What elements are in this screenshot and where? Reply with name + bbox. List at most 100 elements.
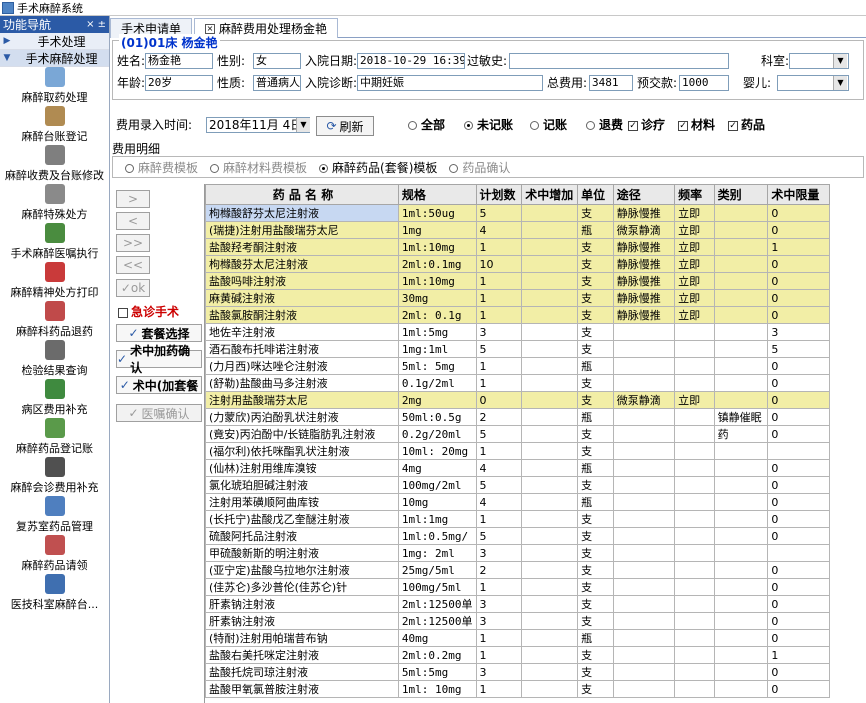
cell-plan[interactable]: 2 bbox=[475, 561, 523, 579]
cell-name[interactable]: (瑞捷)注射用盐酸瑞芬太尼 bbox=[205, 221, 399, 239]
cell-limit[interactable]: 0 bbox=[767, 612, 830, 630]
cell-plan[interactable]: 5 bbox=[475, 425, 523, 443]
cell-name[interactable]: 盐酸托烷司琼注射液 bbox=[205, 663, 399, 681]
cell-cat[interactable] bbox=[713, 646, 769, 664]
cell-cat[interactable] bbox=[713, 442, 769, 460]
cell-limit[interactable]: 0 bbox=[767, 595, 830, 613]
cell-name[interactable]: 盐酸氯胺酮注射液 bbox=[205, 306, 399, 324]
cell-limit[interactable]: 0 bbox=[767, 204, 830, 222]
cell-route[interactable]: 微泵静滴 bbox=[612, 391, 676, 409]
cell-spec[interactable]: 1mg:1ml bbox=[397, 340, 477, 358]
cell-limit[interactable]: 0 bbox=[767, 357, 830, 375]
cell-route[interactable] bbox=[612, 578, 676, 596]
column-header[interactable]: 术中增加 bbox=[521, 184, 579, 205]
cell-cat[interactable] bbox=[713, 680, 769, 698]
cell-limit[interactable]: 1 bbox=[767, 238, 830, 256]
cell-route[interactable] bbox=[612, 544, 676, 562]
table-row[interactable]: 枸橼酸舒芬太尼注射液 1ml:50ug 5 支静脉慢推 立即 0 bbox=[205, 204, 830, 222]
cell-spec[interactable]: 10ml: 20mg bbox=[397, 442, 477, 460]
cell-name[interactable]: 盐酸右美托咪定注射液 bbox=[205, 646, 399, 664]
cell-route[interactable]: 静脉慢推 bbox=[612, 306, 676, 324]
cell-limit[interactable]: 3 bbox=[767, 323, 830, 341]
cell-unit[interactable]: 瓶 bbox=[577, 629, 614, 647]
cell-spec[interactable]: 1ml:5mg bbox=[397, 323, 477, 341]
cell-route[interactable]: 静脉慢推 bbox=[612, 238, 676, 256]
cell-freq[interactable] bbox=[674, 408, 715, 426]
cell-spec[interactable]: 2mg bbox=[397, 391, 477, 409]
cell-unit[interactable]: 支 bbox=[577, 544, 614, 562]
table-row[interactable]: (亚宁定)盐酸乌拉地尔注射液 25mg/5ml 2 支 0 bbox=[205, 561, 830, 579]
cell-add[interactable] bbox=[521, 459, 579, 477]
column-header[interactable]: 类别 bbox=[713, 184, 769, 205]
cell-freq[interactable]: 立即 bbox=[674, 221, 715, 239]
cell-route[interactable] bbox=[612, 408, 676, 426]
cell-plan[interactable]: 5 bbox=[475, 340, 523, 358]
cell-freq[interactable] bbox=[674, 527, 715, 545]
nav-header-controls[interactable]: × ± bbox=[86, 19, 106, 30]
cell-freq[interactable] bbox=[674, 323, 715, 341]
cell-freq[interactable] bbox=[674, 374, 715, 392]
cell-route[interactable] bbox=[612, 459, 676, 477]
cell-plan[interactable]: 1 bbox=[475, 578, 523, 596]
cell-plan[interactable]: 1 bbox=[475, 357, 523, 375]
cell-route[interactable]: 静脉慢推 bbox=[612, 255, 676, 273]
cell-route[interactable] bbox=[612, 646, 676, 664]
cell-plan[interactable]: 3 bbox=[475, 323, 523, 341]
age-field[interactable]: 20岁 bbox=[145, 75, 213, 91]
order-confirm-button[interactable]: ✓ 医嘱确认 bbox=[116, 404, 202, 422]
nav-group-surgery[interactable]: ▶ 手术处理 bbox=[0, 33, 109, 50]
cell-cat[interactable] bbox=[713, 527, 769, 545]
cell-route[interactable] bbox=[612, 374, 676, 392]
cell-limit[interactable]: 0 bbox=[767, 255, 830, 273]
cell-unit[interactable]: 支 bbox=[577, 578, 614, 596]
cell-freq[interactable] bbox=[674, 646, 715, 664]
table-row[interactable]: 盐酸托烷司琼注射液 5ml:5mg 3 支 0 bbox=[205, 663, 830, 681]
cell-add[interactable] bbox=[521, 595, 579, 613]
cell-limit[interactable]: 0 bbox=[767, 680, 830, 698]
cell-limit[interactable]: 0 bbox=[767, 425, 830, 443]
cell-unit[interactable]: 瓶 bbox=[577, 357, 614, 375]
name-field[interactable]: 杨金艳 bbox=[145, 53, 213, 69]
cell-plan[interactable]: 4 bbox=[475, 493, 523, 511]
nature-field[interactable]: 普通病人 bbox=[253, 75, 301, 91]
table-row[interactable]: 肝素钠注射液 2ml:12500单 3 支 0 bbox=[205, 595, 830, 613]
cell-name[interactable]: (力蒙欣)丙泊酚乳状注射液 bbox=[205, 408, 399, 426]
cell-freq[interactable]: 立即 bbox=[674, 391, 715, 409]
move-left-button[interactable]: < bbox=[116, 212, 150, 230]
allergy-field[interactable] bbox=[509, 53, 729, 69]
cell-name[interactable]: (亚宁定)盐酸乌拉地尔注射液 bbox=[205, 561, 399, 579]
cell-plan[interactable]: 3 bbox=[475, 612, 523, 630]
cell-plan[interactable]: 1 bbox=[475, 306, 523, 324]
cell-unit[interactable]: 支 bbox=[577, 442, 614, 460]
cell-spec[interactable]: 1ml: 10mg bbox=[397, 680, 477, 698]
cell-freq[interactable] bbox=[674, 680, 715, 698]
move-right-button[interactable]: > bbox=[116, 190, 150, 208]
nav-item[interactable]: 复苏室药品管理 bbox=[0, 496, 109, 535]
cell-cat[interactable] bbox=[713, 476, 769, 494]
sex-field[interactable]: 女 bbox=[253, 53, 301, 69]
cell-freq[interactable] bbox=[674, 578, 715, 596]
cell-freq[interactable] bbox=[674, 510, 715, 528]
cell-add[interactable] bbox=[521, 391, 579, 409]
cell-spec[interactable]: 2ml:12500单 bbox=[397, 612, 477, 630]
cell-spec[interactable]: 10mg bbox=[397, 493, 477, 511]
cell-spec[interactable]: 5ml:5mg bbox=[397, 663, 477, 681]
cell-limit[interactable]: 0 bbox=[767, 221, 830, 239]
entry-date-picker[interactable]: 2018年11月 4日 bbox=[206, 117, 310, 133]
radio-billed[interactable]: 记账 bbox=[530, 117, 567, 133]
cell-unit[interactable]: 支 bbox=[577, 374, 614, 392]
radio-all[interactable]: 全部 bbox=[408, 117, 445, 133]
cell-cat[interactable] bbox=[713, 357, 769, 375]
cell-unit[interactable]: 瓶 bbox=[577, 221, 614, 239]
nav-item[interactable]: 检验结果查询 bbox=[0, 340, 109, 379]
cell-unit[interactable]: 支 bbox=[577, 323, 614, 341]
cell-freq[interactable]: 立即 bbox=[674, 306, 715, 324]
cell-limit[interactable]: 0 bbox=[767, 527, 830, 545]
table-row[interactable]: (长托宁)盐酸戊乙奎醚注射液 1ml:1mg 1 支 0 bbox=[205, 510, 830, 528]
cell-limit[interactable]: 0 bbox=[767, 476, 830, 494]
cell-unit[interactable]: 支 bbox=[577, 425, 614, 443]
cell-spec[interactable]: 0.1g/2ml bbox=[397, 374, 477, 392]
table-row[interactable]: 甲硫酸新斯的明注射液 1mg: 2ml 3 支 bbox=[205, 544, 830, 562]
cell-plan[interactable]: 2 bbox=[475, 408, 523, 426]
nav-item[interactable]: 麻醉会诊费用补充 bbox=[0, 457, 109, 496]
